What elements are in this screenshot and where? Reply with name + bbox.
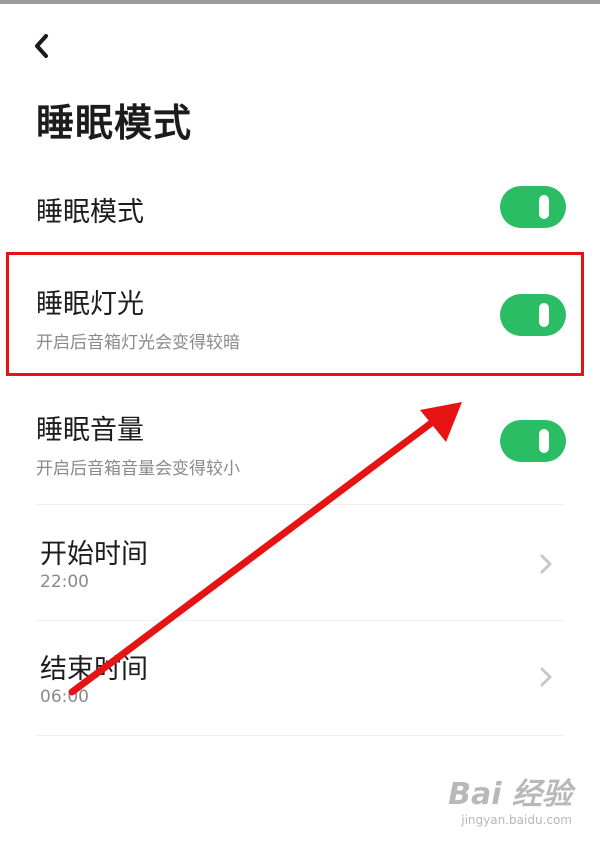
watermark-url: jingyan.baidu.com <box>461 813 572 827</box>
watermark: Bai 经验 jingyan.baidu.com <box>432 769 572 829</box>
watermark-logo: Bai 经验 <box>448 777 572 812</box>
annotation-arrow <box>68 402 462 696</box>
